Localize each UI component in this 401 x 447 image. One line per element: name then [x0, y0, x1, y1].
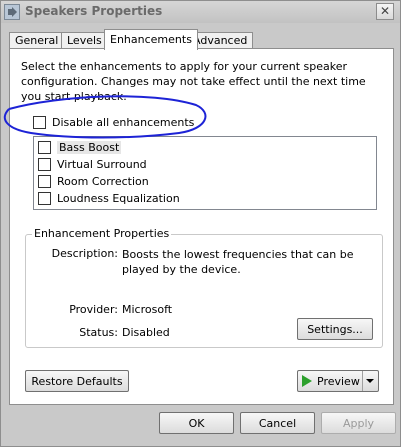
list-item[interactable]: Loudness Equalization — [38, 190, 180, 207]
restore-defaults-button[interactable]: Restore Defaults — [25, 370, 129, 392]
bass-boost-checkbox[interactable] — [38, 141, 51, 154]
provider-value: Microsoft — [122, 303, 173, 316]
ok-button[interactable]: OK — [159, 412, 234, 434]
status-label: Status: — [79, 326, 118, 339]
play-icon — [302, 375, 312, 387]
loudness-equalization-label: Loudness Equalization — [57, 192, 180, 205]
tab-general[interactable]: General — [9, 32, 65, 49]
intro-text: Select the enhancements to apply for you… — [21, 60, 366, 103]
preview-button[interactable]: Preview — [297, 370, 379, 392]
room-correction-checkbox[interactable] — [38, 175, 51, 188]
disable-all-checkbox[interactable] — [33, 116, 46, 129]
chevron-down-icon — [365, 379, 374, 383]
room-correction-label: Room Correction — [57, 175, 149, 188]
virtual-surround-checkbox[interactable] — [38, 158, 51, 171]
list-item[interactable]: Room Correction — [38, 173, 149, 190]
window-title: Speakers Properties — [25, 4, 163, 18]
tab-enhancements[interactable]: Enhancements — [104, 29, 198, 50]
list-item[interactable]: Bass Boost — [38, 139, 122, 156]
title-bar: Speakers Properties ✕ — [1, 1, 400, 23]
apply-button[interactable]: Apply — [321, 412, 396, 434]
group-title: Enhancement Properties — [32, 227, 172, 240]
disable-all-label: Disable all enhancements — [52, 116, 195, 129]
tab-row: General Levels Enhancements Advanced — [9, 29, 394, 50]
speakers-properties-window: Speakers Properties ✕ General Levels Enh… — [0, 0, 401, 447]
preview-dropdown-arrow[interactable] — [362, 371, 376, 391]
enhancements-list[interactable]: Bass Boost Virtual Surround Room Correct… — [33, 136, 377, 210]
list-item[interactable]: Virtual Surround — [38, 156, 147, 173]
description-value: Boosts the lowest frequencies that can b… — [122, 248, 354, 276]
description-label: Description: — [51, 247, 118, 260]
bass-boost-label: Bass Boost — [57, 141, 122, 154]
cancel-button[interactable]: Cancel — [240, 412, 315, 434]
provider-label: Provider: — [69, 303, 118, 316]
disable-all-row[interactable]: Disable all enhancements — [33, 116, 194, 129]
speaker-icon — [4, 4, 20, 20]
virtual-surround-label: Virtual Surround — [57, 158, 147, 171]
tab-levels[interactable]: Levels — [61, 32, 108, 49]
close-icon: ✕ — [379, 4, 391, 18]
preview-label: Preview — [317, 374, 360, 388]
settings-button[interactable]: Settings... — [297, 318, 373, 340]
close-button[interactable]: ✕ — [376, 3, 394, 20]
loudness-equalization-checkbox[interactable] — [38, 192, 51, 205]
status-value: Disabled — [122, 326, 170, 339]
